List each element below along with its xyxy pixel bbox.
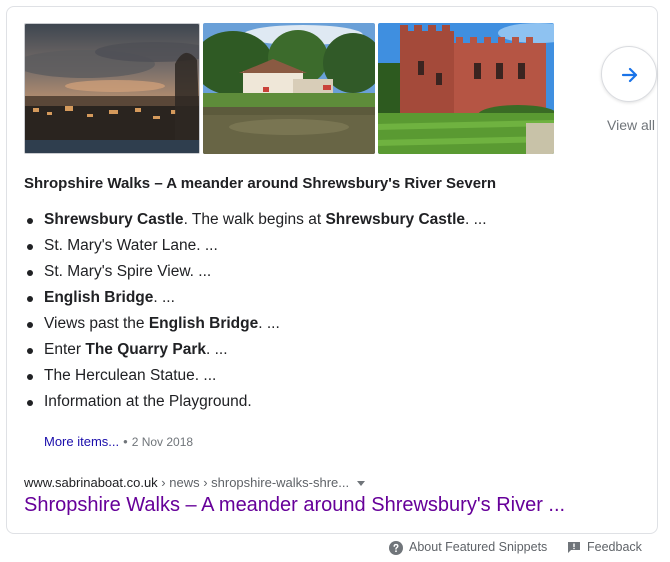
snippet-title: Shropshire Walks – A meander around Shre… (24, 175, 497, 192)
list-item: Shrewsbury Castle. The walk begins at Sh… (24, 210, 487, 236)
carousel-next-button[interactable] (601, 46, 657, 102)
list-item: St. Mary's Water Lane. ... (24, 236, 487, 262)
view-all-link[interactable]: View all (600, 117, 662, 133)
more-items-row: More items... • 2 Nov 2018 (44, 434, 193, 449)
snippet-date: 2 Nov 2018 (131, 435, 194, 449)
result-path: › news › shropshire-walks-shre... (157, 475, 350, 490)
list-item: Information at the Playground. (24, 392, 487, 418)
about-featured-snippets-link[interactable]: About Featured Snippets (389, 540, 547, 555)
feedback-label: Feedback (587, 540, 642, 554)
separator-dot: • (123, 434, 128, 449)
list-item: St. Mary's Spire View. ... (24, 262, 487, 288)
snippet-list: Shrewsbury Castle. The walk begins at Sh… (24, 210, 487, 418)
more-items-link[interactable]: More items... (44, 434, 119, 449)
list-item: Enter The Quarry Park. ... (24, 340, 487, 366)
about-featured-snippets-label: About Featured Snippets (409, 540, 548, 554)
help-circle-icon (389, 540, 403, 555)
result-domain: www.sabrinaboat.co.uk (24, 475, 158, 490)
url-menu-caret-icon[interactable] (357, 481, 366, 487)
list-item: The Herculean Statue. ... (24, 366, 487, 392)
carousel-image-3[interactable] (378, 23, 554, 154)
list-item: Views past the English Bridge. ... (24, 314, 487, 340)
feedback-icon (568, 542, 580, 554)
arrow-right-icon (621, 67, 638, 83)
carousel-image-2[interactable] (203, 23, 375, 154)
list-item: English Bridge. ... (24, 288, 487, 314)
featured-snippet-card: View all Shropshire Walks – A meander ar… (6, 6, 658, 534)
result-url: www.sabrinaboat.co.uk › news › shropshir… (24, 475, 366, 490)
feedback-link[interactable]: Feedback (567, 540, 642, 554)
result-title-link[interactable]: Shropshire Walks – A meander around Shre… (24, 494, 565, 517)
carousel-image-1[interactable] (24, 23, 200, 154)
